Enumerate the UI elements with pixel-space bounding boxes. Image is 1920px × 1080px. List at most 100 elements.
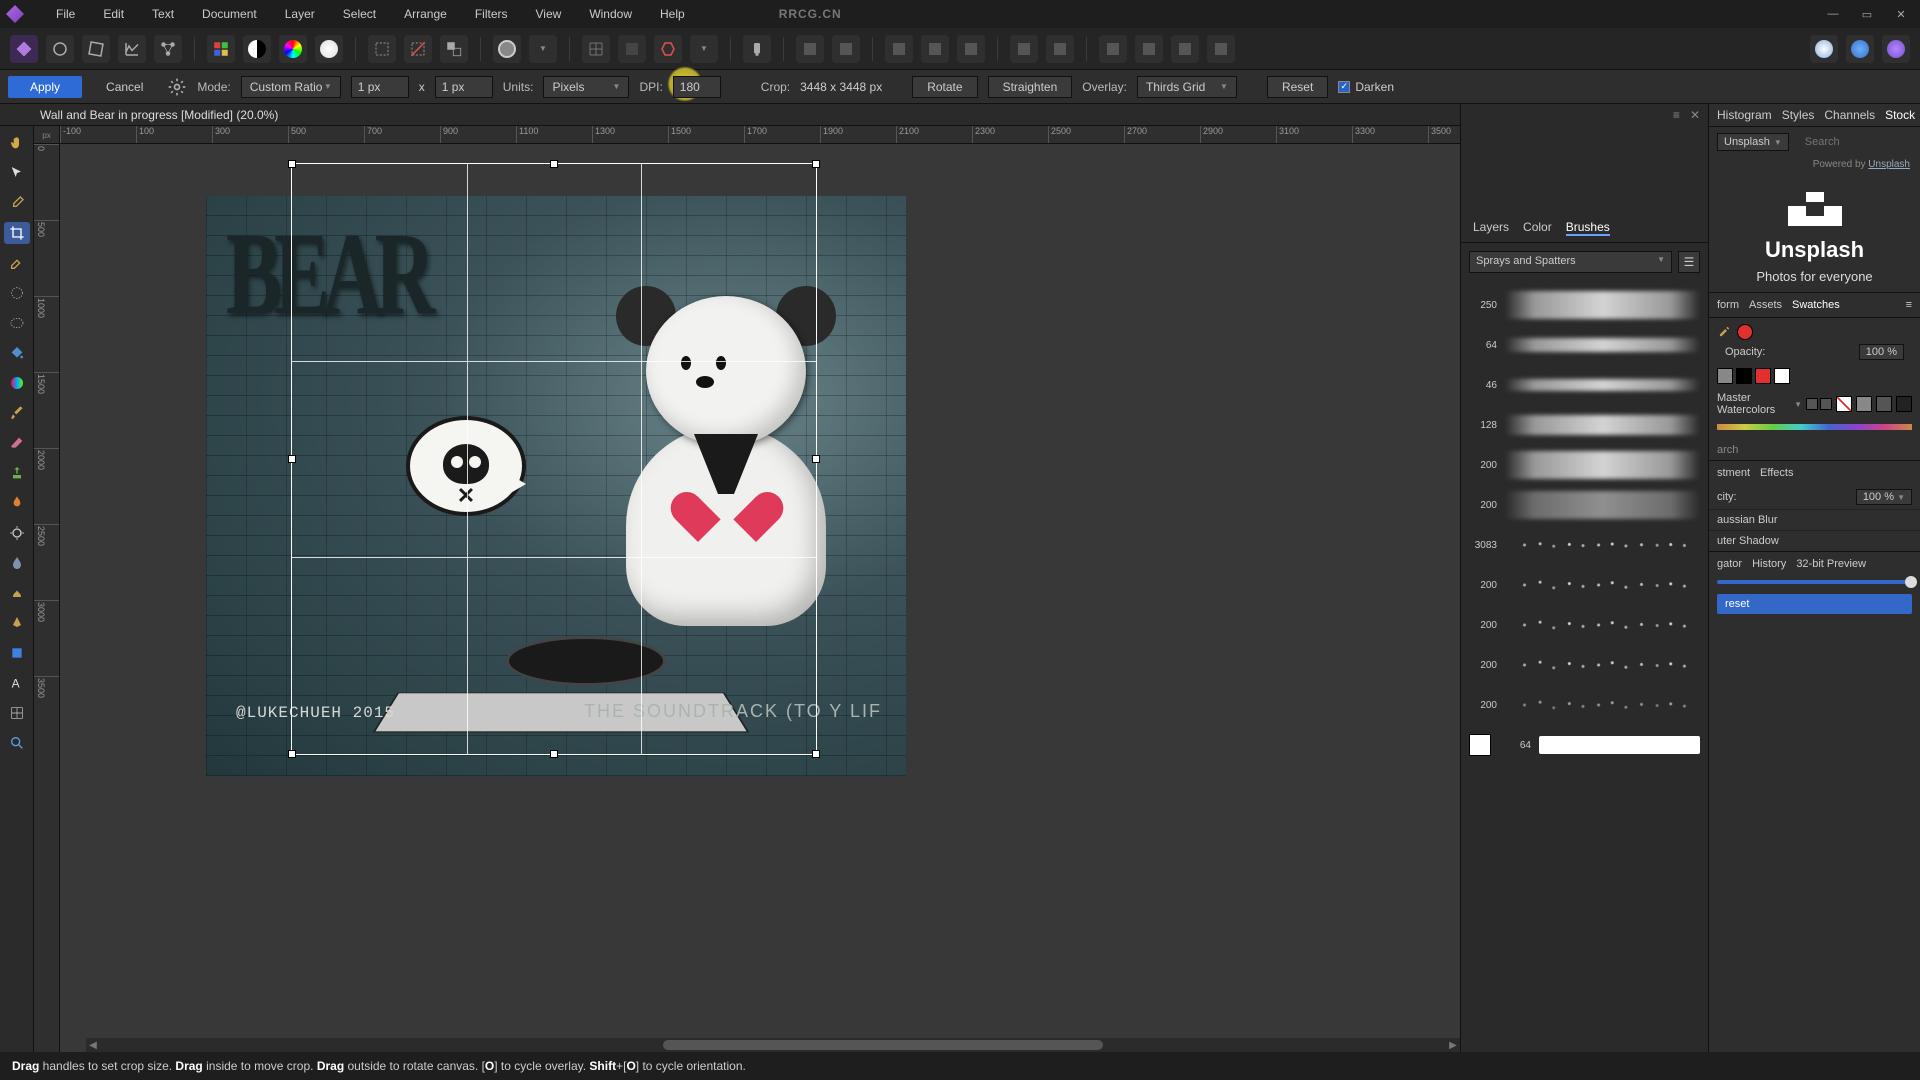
view-hand-tool-icon[interactable] <box>4 132 30 154</box>
color-picker-tool-icon[interactable] <box>4 192 30 214</box>
tab-assets[interactable]: Assets <box>1749 299 1782 311</box>
swatches-menu-icon[interactable]: ≡ <box>1906 299 1912 311</box>
tab-channels[interactable]: Channels <box>1824 108 1875 122</box>
swatch[interactable] <box>1736 368 1752 384</box>
current-color-swatch[interactable] <box>1737 324 1753 340</box>
force-pixel-align-icon[interactable] <box>654 35 682 63</box>
paint-brush-tool-icon[interactable] <box>4 402 30 424</box>
stock-source-select[interactable]: Unsplash▼ <box>1717 133 1789 151</box>
menu-view[interactable]: View <box>522 1 576 27</box>
tab-brushes[interactable]: Brushes <box>1566 220 1610 236</box>
grid-snap-icon[interactable] <box>582 35 610 63</box>
opacity-value-input[interactable]: 100 % <box>1859 344 1904 360</box>
units-select[interactable]: Pixels▼ <box>543 76 629 98</box>
tab-stock[interactable]: Stock <box>1885 108 1915 122</box>
window-maximize-icon[interactable]: ▭ <box>1854 4 1880 24</box>
develop-persona-icon[interactable] <box>82 35 110 63</box>
order-1-icon[interactable] <box>1099 35 1127 63</box>
tab-color[interactable]: Color <box>1523 220 1552 236</box>
tab-swatches[interactable]: Swatches <box>1792 299 1840 311</box>
tab-32bit-preview[interactable]: 32-bit Preview <box>1796 558 1866 570</box>
eyedropper-icon[interactable] <box>1717 325 1731 339</box>
menu-filters[interactable]: Filters <box>461 1 522 27</box>
flood-fill-tool-icon[interactable] <box>4 342 30 364</box>
tone-map-persona-icon[interactable] <box>118 35 146 63</box>
fx-gaussian-blur[interactable]: aussian Blur <box>1709 509 1920 530</box>
history-slider[interactable] <box>1717 580 1912 584</box>
slider-knob[interactable] <box>1905 576 1917 588</box>
darken-checkbox[interactable]: ✓Darken <box>1338 80 1394 94</box>
color-format-icon[interactable] <box>207 35 235 63</box>
apply-button[interactable]: Apply <box>8 76 82 98</box>
crop-overlay[interactable] <box>292 164 816 754</box>
assistant-icon[interactable] <box>743 35 771 63</box>
group-1-icon[interactable] <box>1010 35 1038 63</box>
crop-handle-br[interactable] <box>812 750 820 758</box>
mesh-warp-tool-icon[interactable] <box>4 702 30 724</box>
order-4-icon[interactable] <box>1207 35 1235 63</box>
swatch[interactable] <box>1774 368 1790 384</box>
marquee-tool-icon[interactable] <box>4 282 30 304</box>
color-wheel-icon[interactable] <box>279 35 307 63</box>
brush-category-select[interactable]: Sprays and Spatters▼ <box>1469 251 1672 273</box>
fx-opacity-input[interactable]: 100 % ▼ <box>1856 489 1912 505</box>
brush-panel-options-icon[interactable]: ☰ <box>1678 251 1700 273</box>
menu-layer[interactable]: Layer <box>271 1 329 27</box>
stock-search-input[interactable] <box>1805 136 1920 148</box>
tab-layers[interactable]: Layers <box>1473 220 1509 236</box>
gradient-tool-icon[interactable] <box>4 372 30 394</box>
tab-styles[interactable]: Styles <box>1782 108 1815 122</box>
softproof-icon[interactable] <box>315 35 343 63</box>
palette-select[interactable]: Master Watercolors <box>1717 392 1790 416</box>
shape-tool-icon[interactable] <box>4 642 30 664</box>
panel-menu-icon[interactable]: ≡ <box>1673 108 1680 122</box>
sync-icon[interactable] <box>1882 35 1910 63</box>
scroll-thumb[interactable] <box>663 1040 1103 1050</box>
selection-deselect-icon[interactable] <box>404 35 432 63</box>
swatch-search-input[interactable]: arch <box>1709 440 1920 460</box>
selection-marquee-icon[interactable] <box>368 35 396 63</box>
cloud-icon[interactable] <box>1846 35 1874 63</box>
crop-handle-bm[interactable] <box>550 750 558 758</box>
tab-adjustment[interactable]: stment <box>1717 467 1750 479</box>
reset-crop-button[interactable]: Reset <box>1267 76 1328 98</box>
no-fill-icon[interactable] <box>1836 396 1852 412</box>
palette-strip[interactable] <box>1717 424 1912 430</box>
account-icon[interactable] <box>1810 35 1838 63</box>
tab-transform[interactable]: form <box>1717 299 1739 311</box>
export-persona-icon[interactable] <box>154 35 182 63</box>
tab-histogram[interactable]: Histogram <box>1717 108 1772 122</box>
align-1-icon[interactable] <box>885 35 913 63</box>
ruler-horizontal[interactable]: px -100100300500700900110013001500170019… <box>34 126 1460 144</box>
scroll-left-icon[interactable]: ◀ <box>86 1038 100 1052</box>
crop-handle-tm[interactable] <box>550 160 558 168</box>
menu-window[interactable]: Window <box>575 1 646 27</box>
canvas[interactable]: BEAR ✕ @LUKECHUEH <box>60 144 1460 1052</box>
arrange-1-icon[interactable] <box>796 35 824 63</box>
photo-persona-icon[interactable] <box>10 35 38 63</box>
flood-select-tool-icon[interactable] <box>4 312 30 334</box>
straighten-button[interactable]: Straighten <box>988 76 1073 98</box>
bw-adjust-icon[interactable] <box>243 35 271 63</box>
swatch[interactable] <box>1896 396 1912 412</box>
tab-effects[interactable]: Effects <box>1760 467 1793 479</box>
blur-brush-tool-icon[interactable] <box>4 552 30 574</box>
snap-dropdown-icon[interactable]: ▼ <box>690 35 718 63</box>
cancel-button[interactable]: Cancel <box>92 76 157 98</box>
crop-width-input[interactable]: 1 px <box>351 76 409 98</box>
selection-invert-icon[interactable] <box>440 35 468 63</box>
liquify-persona-icon[interactable] <box>46 35 74 63</box>
menu-help[interactable]: Help <box>646 1 699 27</box>
crop-handle-tr[interactable] <box>812 160 820 168</box>
crop-tool-icon[interactable] <box>4 222 30 244</box>
tab-navigator[interactable]: gator <box>1717 558 1742 570</box>
arrange-2-icon[interactable] <box>832 35 860 63</box>
menu-arrange[interactable]: Arrange <box>390 1 461 27</box>
panel-close-icon[interactable]: ✕ <box>1690 108 1700 122</box>
menu-select[interactable]: Select <box>329 1 390 27</box>
menu-document[interactable]: Document <box>188 1 271 27</box>
window-minimize-icon[interactable]: — <box>1820 4 1846 24</box>
brush-list[interactable]: 250 64 46 128 200 200 3083 200 200 200 2… <box>1461 281 1708 1052</box>
quick-mask-icon[interactable] <box>493 35 521 63</box>
pen-tool-icon[interactable] <box>4 612 30 634</box>
